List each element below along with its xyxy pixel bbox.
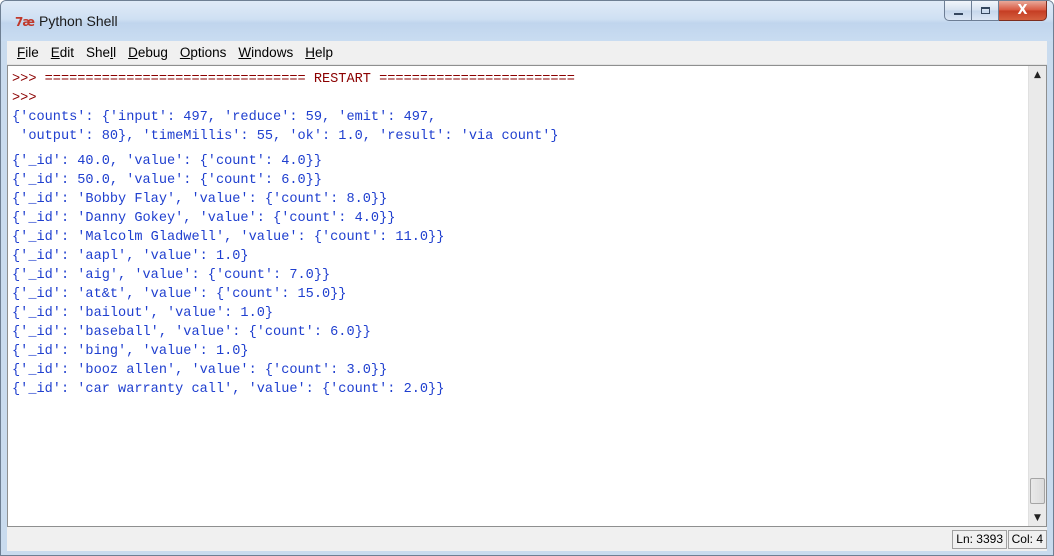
menu-bar: File Edit Shell Debug Options Windows Help [7,41,1047,65]
menu-item-windows[interactable]: Windows [232,45,299,60]
shell-output-line: {'_id': 'booz allen', 'value': {'count':… [12,363,388,378]
menu-item-shell[interactable]: Shell [80,45,122,60]
shell-output-line: {'_id': 'Malcolm Gladwell', 'value': {'c… [12,230,445,245]
shell-output-area[interactable]: >>> ================================ RES… [7,65,1047,527]
shell-output-line: {'_id': 40.0, 'value': {'count': 4.0}} [12,154,322,169]
menu-label-accelerator: W [238,45,252,60]
menu-label-post: ebug [137,45,168,60]
menu-label-post: l [113,45,117,60]
shell-output-line: {'_id': 'Bobby Flay', 'value': {'count':… [12,192,388,207]
shell-text[interactable]: >>> ================================ RES… [12,70,1022,522]
menu-label-post: elp [314,45,333,60]
menu-item-options[interactable]: Options [174,45,233,60]
menu-label-accelerator: D [128,45,138,60]
menu-label-post: ptions [190,45,227,60]
shell-output-line: 'output': 80}, 'timeMillis': 55, 'ok': 1… [12,129,559,144]
caption-buttons: X [944,1,1047,23]
maximize-button[interactable] [972,1,999,21]
shell-output-line: {'_id': 'at&t', 'value': {'count': 15.0}… [12,287,347,302]
shell-output-line: {'_id': 'aapl', 'value': 1.0} [12,249,249,264]
menu-label-accelerator: E [50,45,60,60]
menu-label-accelerator: F [17,45,26,60]
close-icon: X [1017,3,1028,18]
scroll-up-icon[interactable]: ▲ [1029,66,1046,83]
shell-output-line: {'_id': 'baseball', 'value': {'count': 6… [12,325,371,340]
column-number-status: Col: 4 [1007,530,1047,549]
shell-output-line: {'_id': 'aig', 'value': {'count': 7.0}} [12,268,331,283]
shell-output-line: {'_id': 50.0, 'value': {'count': 6.0}} [12,173,322,188]
idle-app-icon: 7æ [15,15,35,29]
shell-prompt-line: >>> [12,91,45,106]
maximize-icon [980,7,990,14]
minimize-icon [953,12,963,15]
menu-label-accelerator: O [179,45,191,60]
shell-output-line: {'_id': 'car warranty call', 'value': {'… [12,382,445,397]
minimize-button[interactable] [944,1,972,21]
menu-item-debug[interactable]: Debug [122,45,174,60]
shell-output-line: {'_id': 'bailout', 'value': 1.0} [12,306,274,321]
window-title: Python Shell [39,13,118,29]
shell-output-line: {'counts': {'input': 497, 'reduce': 59, … [12,110,437,125]
shell-output-line: {'_id': 'Danny Gokey', 'value': {'count'… [12,211,396,226]
status-bar: Ln: 3393 Col: 4 [7,527,1047,551]
menu-label-accelerator: H [305,45,315,60]
menu-item-edit[interactable]: Edit [45,45,80,60]
line-number-status: Ln: 3393 [952,530,1007,549]
python-shell-window: 7æ Python Shell X File Edit Shell Debug Opti… [0,0,1054,556]
menu-label-post: indows [251,45,294,60]
menu-item-file[interactable]: File [11,45,45,60]
menu-label-pre: She [86,45,111,60]
close-button[interactable]: X [999,1,1047,21]
vertical-scrollbar[interactable]: ▲ ▼ [1028,66,1046,526]
shell-output-line: {'_id': 'bing', 'value': 1.0} [12,344,249,359]
menu-item-help[interactable]: Help [299,45,339,60]
menu-label-post: ile [25,45,39,60]
title-bar[interactable]: 7æ Python Shell X [1,1,1053,41]
menu-label-post: dit [59,45,75,60]
scroll-thumb[interactable] [1030,478,1045,504]
shell-prompt-line: >>> ================================ RES… [12,72,575,87]
scroll-down-icon[interactable]: ▼ [1029,509,1046,526]
